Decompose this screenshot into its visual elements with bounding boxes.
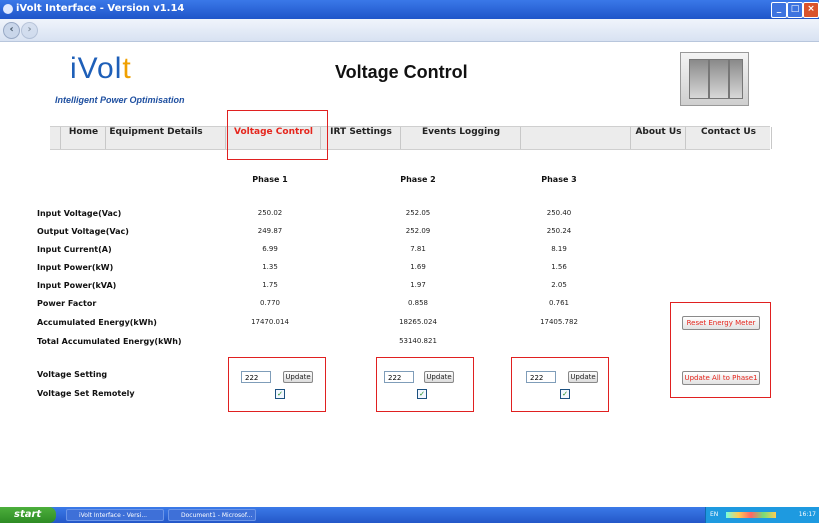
- reset-energy-meter-button[interactable]: Reset Energy Meter: [682, 316, 760, 330]
- taskbar-item-ivolt[interactable]: iVolt Interface - Versi...: [66, 509, 164, 521]
- window-title: iVolt Interface - Version v1.14: [16, 3, 185, 14]
- logo-accent-letter: t: [122, 52, 132, 85]
- browser-nav-bar: ‹ ›: [0, 19, 819, 42]
- row-label-input-current: Input Current(A): [37, 245, 112, 254]
- menu-events-logging[interactable]: Events Logging: [400, 127, 521, 149]
- row-label-output-voltage: Output Voltage(Vac): [37, 227, 129, 236]
- cell-value: 252.05: [405, 209, 431, 217]
- menu-irt-settings[interactable]: IRT Settings: [320, 127, 401, 149]
- row-label-input-power-kw: Input Power(kW): [37, 263, 114, 272]
- voltage-input-phase-2[interactable]: 222: [384, 371, 414, 383]
- cell-value: 249.87: [257, 227, 283, 235]
- cell-value: 18265.024: [399, 318, 437, 326]
- cell-value: 2.05: [551, 281, 567, 289]
- equipment-cabinet-image: [680, 52, 749, 106]
- main-menu: Home Equipment Details Voltage Control I…: [50, 126, 772, 150]
- highlight-box-phase-3: [511, 357, 609, 412]
- cell-value: 1.69: [410, 263, 426, 271]
- menu-home[interactable]: Home: [60, 127, 106, 149]
- cell-value: 0.770: [259, 299, 281, 307]
- cell-value: 17470.014: [251, 318, 289, 326]
- total-energy-value: 53140.821: [399, 337, 437, 345]
- cell-value: 0.858: [407, 299, 429, 307]
- logo-text: iVolt: [70, 52, 132, 85]
- cell-value: 8.19: [551, 245, 567, 253]
- tagline: Intelligent Power Optimisation: [55, 95, 185, 105]
- phase-3-header: Phase 3: [541, 175, 577, 184]
- phase-1-header: Phase 1: [252, 175, 288, 184]
- cell-value: 1.97: [410, 281, 426, 289]
- cell-value: 7.81: [410, 245, 426, 253]
- highlight-box-menu: [227, 110, 328, 160]
- phase-2-header: Phase 2: [400, 175, 436, 184]
- row-label-total-energy: Total Accumulated Energy(kWh): [37, 337, 182, 346]
- system-tray: EN 16:17: [705, 507, 819, 523]
- cell-value: 1.35: [262, 263, 278, 271]
- cell-value: 6.99: [262, 245, 278, 253]
- row-label-input-voltage: Input Voltage(Vac): [37, 209, 122, 218]
- maximize-icon[interactable]: □: [787, 2, 803, 18]
- highlight-box-phase-1: [228, 357, 326, 412]
- row-label-power-factor: Power Factor: [37, 299, 97, 308]
- update-button-phase-2[interactable]: Update: [424, 371, 454, 383]
- cell-value: 250.02: [257, 209, 283, 217]
- voltage-setting-label: Voltage Setting: [37, 370, 108, 379]
- menu-equipment-details[interactable]: Equipment Details: [105, 127, 206, 149]
- remote-checkbox-phase-1[interactable]: ✓: [275, 389, 285, 399]
- start-button[interactable]: start: [0, 507, 56, 523]
- back-icon[interactable]: ‹: [3, 22, 20, 39]
- window-title-bar: iVolt Interface - Version v1.14 _ □ ×: [0, 0, 819, 19]
- voltage-set-remotely-label: Voltage Set Remotely: [37, 389, 135, 398]
- highlight-box-phase-2: [376, 357, 474, 412]
- tray-clock: 16:17: [798, 511, 816, 518]
- cell-value: 250.24: [546, 227, 572, 235]
- cell-value: 0.761: [548, 299, 570, 307]
- cell-value: 17405.782: [540, 318, 578, 326]
- voltage-input-phase-3[interactable]: 222: [526, 371, 556, 383]
- menu-contact-us[interactable]: Contact Us: [685, 127, 772, 149]
- remote-checkbox-phase-3[interactable]: ✓: [560, 389, 570, 399]
- update-all-to-phase1-button[interactable]: Update All to Phase1: [682, 371, 760, 385]
- cell-value: 250.40: [546, 209, 572, 217]
- cell-value: 1.56: [551, 263, 567, 271]
- tray-language[interactable]: EN: [710, 507, 718, 523]
- menu-blank: [520, 127, 631, 149]
- update-button-phase-1[interactable]: Update: [283, 371, 313, 383]
- tray-icons: [726, 512, 776, 518]
- update-button-phase-3[interactable]: Update: [568, 371, 598, 383]
- close-icon[interactable]: ×: [803, 2, 819, 18]
- row-label-input-power-kva: Input Power(kVA): [37, 281, 117, 290]
- voltage-input-phase-1[interactable]: 222: [241, 371, 271, 383]
- cell-value: 1.75: [262, 281, 278, 289]
- forward-icon[interactable]: ›: [21, 22, 38, 39]
- remote-checkbox-phase-2[interactable]: ✓: [417, 389, 427, 399]
- page-title: Voltage Control: [335, 62, 468, 82]
- ivolt-logo: iVolt: [70, 52, 132, 86]
- menu-about-us[interactable]: About Us: [630, 127, 686, 149]
- taskbar-item-document1[interactable]: Document1 - Microsof...: [168, 509, 256, 521]
- page-content: [0, 42, 819, 504]
- row-label-accumulated-energy: Accumulated Energy(kWh): [37, 318, 157, 327]
- browser-icon: [3, 4, 13, 14]
- cell-value: 252.09: [405, 227, 431, 235]
- minimize-icon[interactable]: _: [771, 2, 787, 18]
